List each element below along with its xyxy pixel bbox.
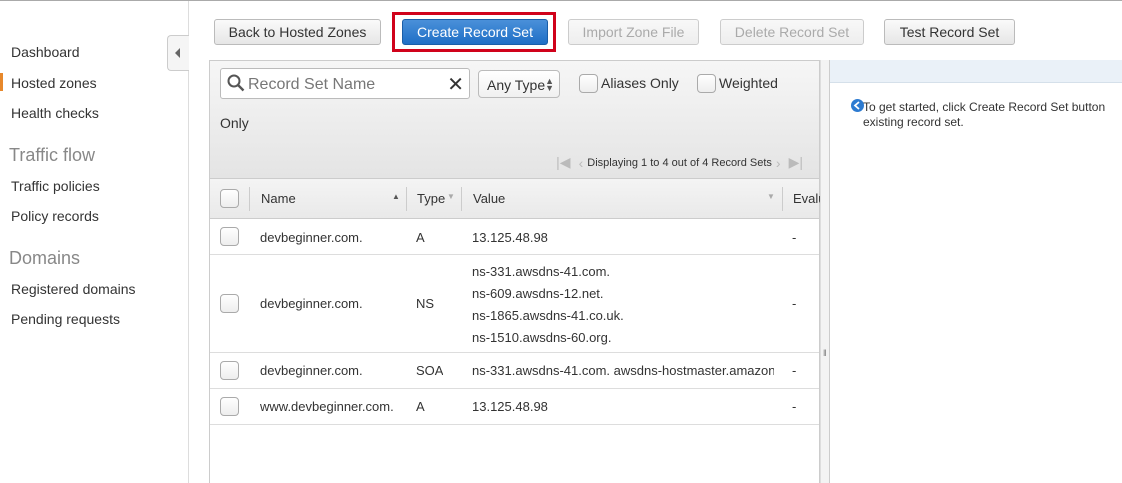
record-name: www.devbeginner.com.	[260, 399, 394, 414]
import-zone-file-button[interactable]: Import Zone File	[568, 19, 699, 45]
sidebar-item-health-checks[interactable]: Health checks	[11, 105, 99, 121]
table-row[interactable]: devbeginner.com. A 13.125.48.98 -	[210, 219, 819, 255]
last-page-icon[interactable]: ▶|	[789, 154, 803, 171]
record-type: NS	[416, 296, 435, 311]
row-checkbox[interactable]	[220, 361, 239, 380]
sidebar-item-traffic-policies[interactable]: Traffic policies	[11, 178, 100, 194]
record-evaluate: -	[792, 230, 797, 245]
sidebar-item-dashboard[interactable]: Dashboard	[11, 44, 80, 60]
sidebar-item-registered-domains[interactable]: Registered domains	[11, 281, 136, 297]
column-divider	[461, 187, 462, 211]
column-header-evaluate[interactable]: Evalu	[793, 191, 821, 206]
delete-record-set-button[interactable]: Delete Record Set	[720, 19, 864, 45]
search-placeholder: Record Set Name	[248, 76, 376, 93]
record-sets-pane: Record Set Name ✕ Any Type ▲ ▼ Aliases On…	[209, 60, 821, 483]
sort-icon[interactable]: ▼	[447, 192, 455, 201]
info-message-cont: existing record set.	[863, 115, 964, 129]
select-all-checkbox[interactable]	[220, 189, 239, 208]
sidebar: Dashboard Hosted zones Health checks Tra…	[0, 1, 189, 483]
table-row[interactable]: devbeginner.com. NS ns-331.awsdns-41.com…	[210, 255, 819, 353]
sort-asc-icon[interactable]: ▲	[392, 192, 400, 201]
first-page-icon[interactable]: |◀	[556, 154, 570, 171]
weighted-only-label-cont: Only	[220, 115, 249, 131]
type-select-value: Any Type	[487, 77, 546, 93]
table-header: Name ▲ Type ▼ Value ▼ Evalu	[210, 179, 821, 219]
prev-page-icon[interactable]: ‹	[579, 155, 584, 171]
weighted-only-checkbox[interactable]	[697, 74, 716, 93]
select-arrows-icon: ▲ ▼	[545, 76, 554, 93]
chevron-left-icon	[175, 48, 180, 58]
table-row[interactable]: devbeginner.com. SOA ns-331.awsdns-41.co…	[210, 353, 819, 389]
record-type: A	[416, 399, 425, 414]
sort-icon[interactable]: ▼	[767, 192, 775, 201]
column-divider	[782, 187, 783, 211]
aliases-only-checkbox[interactable]	[579, 74, 598, 93]
column-header-name[interactable]: Name	[261, 191, 296, 206]
active-indicator	[0, 73, 3, 91]
record-value: ns-331.awsdns-41.com. awsdns-hostmaster.…	[472, 363, 774, 378]
record-evaluate: -	[792, 296, 797, 311]
create-record-set-button[interactable]: Create Record Set	[402, 19, 548, 45]
row-checkbox[interactable]	[220, 397, 239, 416]
sidebar-item-hosted-zones[interactable]: Hosted zones	[11, 75, 97, 91]
record-value: 13.125.48.98	[472, 399, 548, 414]
weighted-only-label: Weighted	[719, 75, 778, 91]
search-input[interactable]: Record Set Name ✕	[220, 68, 470, 99]
record-type: SOA	[416, 363, 444, 378]
column-divider	[249, 187, 250, 211]
record-name: devbeginner.com.	[260, 363, 363, 378]
sidebar-section-domains: Domains	[9, 248, 81, 268]
record-value: ns-1865.awsdns-41.co.uk.	[472, 308, 624, 323]
clear-icon[interactable]: ✕	[447, 72, 464, 97]
record-value: ns-331.awsdns-41.com.	[472, 264, 611, 279]
aliases-only-label: Aliases Only	[601, 75, 679, 91]
pane-splitter[interactable]: ‖	[820, 60, 830, 483]
test-record-set-button[interactable]: Test Record Set	[884, 19, 1015, 45]
sidebar-item-policy-records[interactable]: Policy records	[11, 208, 99, 224]
record-type: A	[416, 230, 425, 245]
details-header	[830, 60, 1122, 83]
row-checkbox[interactable]	[220, 294, 239, 313]
back-to-hosted-zones-button[interactable]: Back to Hosted Zones	[214, 19, 381, 45]
sidebar-item-pending-requests[interactable]: Pending requests	[11, 311, 120, 327]
record-evaluate: -	[792, 399, 797, 414]
search-icon	[227, 74, 245, 92]
info-message: To get started, click Create Record Set …	[863, 100, 1106, 114]
type-select[interactable]: Any Type ▲ ▼	[478, 70, 560, 98]
record-name: devbeginner.com.	[260, 230, 363, 245]
sidebar-section-traffic-flow: Traffic flow	[9, 145, 96, 165]
row-checkbox[interactable]	[220, 227, 239, 246]
pagination-text: Displaying 1 to 4 out of 4 Record Sets	[587, 156, 772, 169]
details-pane: To get started, click Create Record Set …	[830, 60, 1122, 483]
column-header-type[interactable]: Type	[417, 191, 445, 206]
sidebar-collapse-button[interactable]	[167, 35, 189, 71]
next-page-icon[interactable]: ›	[776, 155, 781, 171]
filter-bar: Record Set Name ✕ Any Type ▲ ▼ Aliases On…	[210, 61, 819, 179]
drag-handle-icon[interactable]: ‖	[823, 348, 827, 358]
column-header-value[interactable]: Value	[473, 191, 505, 206]
record-value: ns-609.awsdns-12.net.	[472, 286, 604, 301]
record-name: devbeginner.com.	[260, 296, 363, 311]
record-value: 13.125.48.98	[472, 230, 548, 245]
column-divider	[406, 187, 407, 211]
table-row[interactable]: www.devbeginner.com. A 13.125.48.98 -	[210, 389, 819, 425]
record-value: ns-1510.awsdns-60.org.	[472, 330, 612, 345]
record-evaluate: -	[792, 363, 797, 378]
pagination: |◀ ‹ Displaying 1 to 4 out of 4 Record S…	[552, 154, 807, 171]
